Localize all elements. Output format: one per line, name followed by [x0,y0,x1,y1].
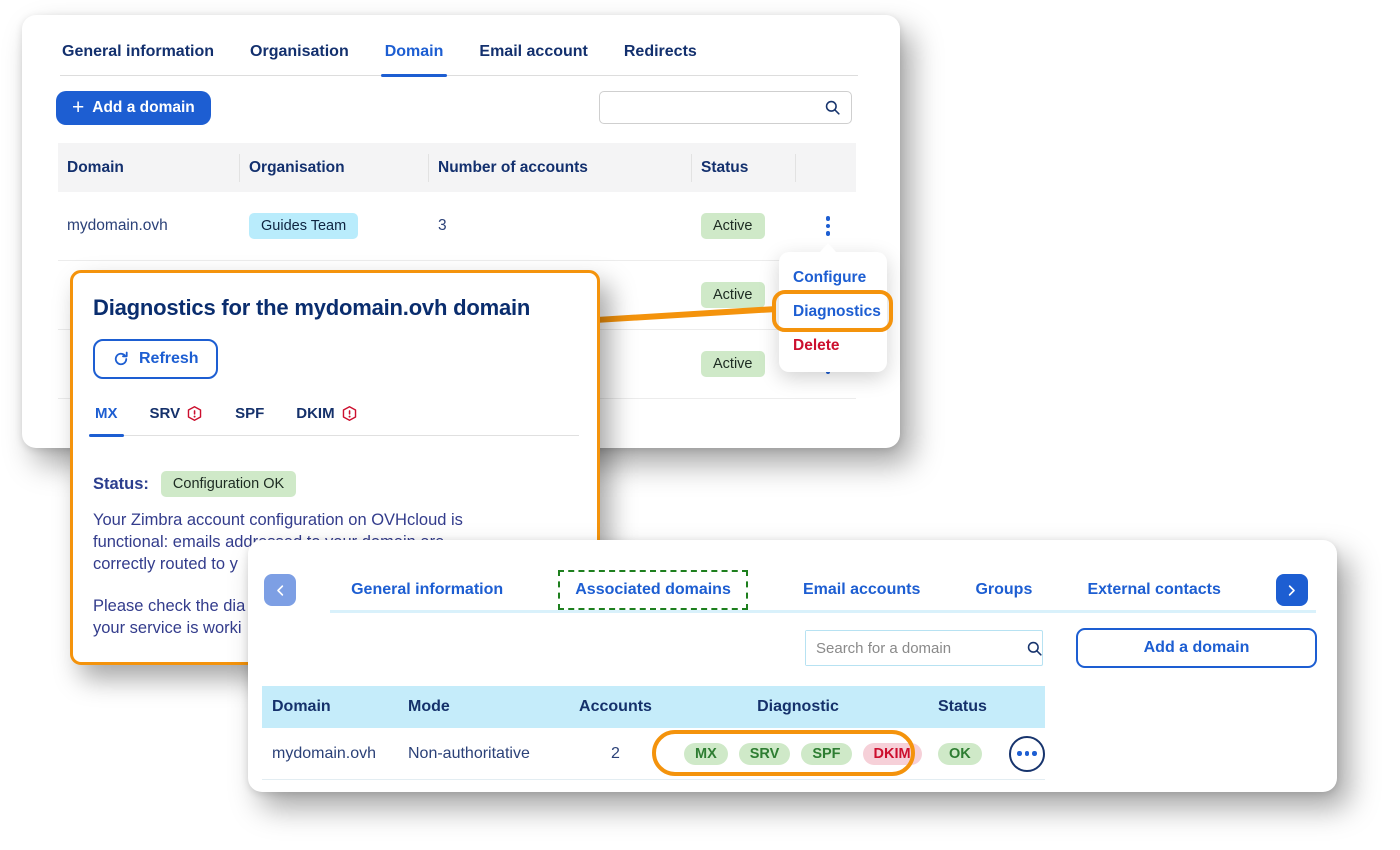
tab-spf-label: SPF [235,405,264,422]
actions-cell [999,736,1045,772]
status-row: Status: Configuration OK [93,471,296,497]
organisation-cell: Guides Team [240,213,429,239]
refresh-icon [112,350,130,368]
more-actions-button[interactable] [1009,736,1045,772]
status-ok-badge: OK [938,743,982,765]
domain-cell: mydomain.ovh [58,217,240,235]
modal-title: Diagnostics for the mydomain.ovh domain [93,295,530,321]
tab-spf[interactable]: SPF [233,405,266,435]
table-header-row: Domain Mode Accounts Diagnostic Status [262,686,1045,728]
prev-tabs-button[interactable] [264,574,296,606]
status-badge: Active [701,351,765,377]
diagnostic-tab-bar: MX SRV SPF DKIM [93,405,579,436]
tab-groups[interactable]: Groups [975,581,1032,599]
description-line: Your Zimbra account configuration on OVH… [93,509,463,531]
menu-item-diagnostics[interactable]: Diagnostics [779,295,887,329]
accounts-cell: 3 [429,217,692,235]
menu-item-delete[interactable]: Delete [779,329,887,363]
tab-domain[interactable]: Domain [383,43,446,75]
page-background: General information Organisation Domain … [0,0,1400,850]
tab-general-information[interactable]: General information [351,581,503,599]
diagnostic-cell: MX SRV SPF DKIM [668,743,928,765]
column-header-status: Status [928,698,999,716]
diagnostic-badge-mx: MX [684,743,728,765]
warning-icon [341,405,358,422]
search-icon [823,98,842,117]
diagnostic-badge-spf: SPF [801,743,851,765]
domain-cell: mydomain.ovh [262,745,398,763]
domain-search-box [599,91,852,124]
bottom-tab-bar: General information Associated domains E… [264,570,1308,610]
tab-organisation[interactable]: Organisation [248,43,351,75]
tab-mx[interactable]: MX [93,405,120,435]
tab-srv[interactable]: SRV [148,405,206,435]
diagnostic-note: Please check the dia your service is wor… [93,595,245,639]
warning-icon [186,405,203,422]
top-tab-bar: General information Organisation Domain … [60,43,858,76]
search-icon-button[interactable] [1025,631,1044,665]
chevron-left-icon [273,583,288,598]
diagnostic-badge-dkim: DKIM [863,743,922,765]
status-badge: Active [701,213,765,239]
tab-srv-label: SRV [150,405,181,422]
status-cell: Active [692,213,796,239]
table-row: mydomain.ovh Guides Team 3 Active [58,192,856,261]
column-header-mode: Mode [398,698,563,716]
associated-domains-table: Domain Mode Accounts Diagnostic Status m… [262,686,1045,780]
mode-cell: Non-authoritative [398,745,563,763]
next-tabs-button[interactable] [1276,574,1308,606]
add-domain-label: Add a domain [92,99,194,117]
domain-search-box [805,630,1043,666]
accounts-cell: 2 [563,745,668,763]
status-badge: Active [701,282,765,308]
column-header-actions [796,154,856,182]
tab-mx-label: MX [95,405,118,422]
column-header-accounts: Number of accounts [429,154,692,182]
column-header-domain: Domain [262,698,398,716]
tab-bar-underline [330,610,1316,613]
refresh-label: Refresh [139,350,199,368]
note-line: your service is worki [93,617,245,639]
menu-item-configure[interactable]: Configure [779,261,887,295]
tab-associated-domains[interactable]: Associated domains [558,570,748,610]
column-header-domain: Domain [58,154,240,182]
tab-general-information[interactable]: General information [60,43,216,75]
tab-email-accounts[interactable]: Email accounts [803,581,920,599]
add-domain-button[interactable]: Add a domain [1076,628,1317,668]
note-line: Please check the dia [93,595,245,617]
column-header-diagnostic: Diagnostic [668,698,928,716]
domain-search-input[interactable] [806,631,1025,665]
tab-dkim[interactable]: DKIM [294,405,359,435]
organisation-badge: Guides Team [249,213,358,239]
context-menu: Configure Diagnostics Delete [779,252,887,372]
diagnostic-badge-srv: SRV [739,743,791,765]
associated-domains-card: General information Associated domains E… [248,540,1337,792]
column-header-accounts: Accounts [563,698,668,716]
domain-search-input[interactable] [600,92,823,123]
table-row: mydomain.ovh Non-authoritative 2 MX SRV … [262,728,1045,780]
add-domain-button[interactable]: + Add a domain [56,91,211,125]
plus-icon: + [72,97,84,118]
table-header-row: Domain Organisation Number of accounts S… [58,143,856,192]
status-cell: OK [928,745,999,763]
actions-cell [796,209,856,243]
kebab-menu-button[interactable] [813,209,843,243]
tab-external-contacts[interactable]: External contacts [1087,581,1220,599]
status-label: Status: [93,475,149,494]
search-icon [1025,639,1044,658]
refresh-button[interactable]: Refresh [93,339,218,379]
column-header-status: Status [692,154,796,182]
configuration-status-badge: Configuration OK [161,471,296,497]
tab-redirects[interactable]: Redirects [622,43,699,75]
tab-email-account[interactable]: Email account [477,43,589,75]
tab-dkim-label: DKIM [296,405,334,422]
column-header-organisation: Organisation [240,154,429,182]
chevron-right-icon [1284,583,1299,598]
